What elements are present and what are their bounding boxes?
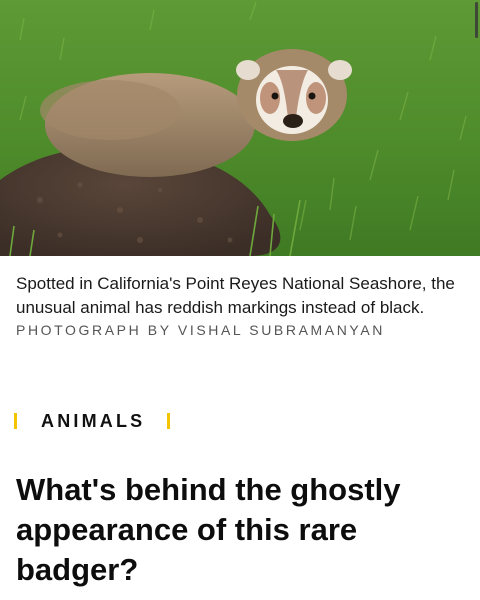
photo-credit: PHOTOGRAPH BY VISHAL SUBRAMANYAN: [16, 322, 385, 338]
section-tag[interactable]: ANIMALS: [14, 410, 171, 432]
badger-photo-illustration: [0, 0, 480, 256]
article-headline: What's behind the ghostly appearance of …: [16, 472, 401, 587]
tag-bar-right: [167, 413, 171, 429]
scrollbar[interactable]: [475, 2, 478, 38]
section-label[interactable]: ANIMALS: [41, 411, 145, 432]
hero-photo: [0, 0, 480, 256]
tag-bar-left: [14, 413, 17, 429]
photo-caption: Spotted in California's Point Reyes Nati…: [16, 274, 455, 317]
